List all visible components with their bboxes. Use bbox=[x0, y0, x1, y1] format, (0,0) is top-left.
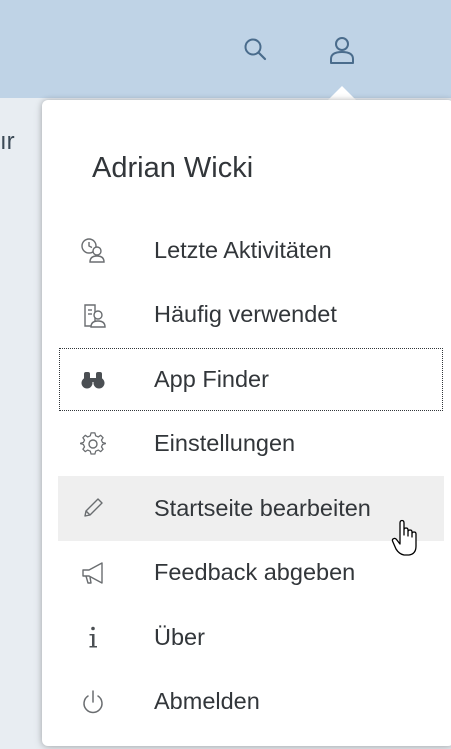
menu-item-frequently-used[interactable]: Häufig verwendet bbox=[58, 283, 444, 348]
pencil-icon bbox=[80, 495, 106, 521]
frequently-used-icon bbox=[80, 302, 106, 328]
user-menu-list: Letzte Aktivitäten Häufig verwendet App … bbox=[58, 218, 444, 734]
menu-item-label: Häufig verwendet bbox=[154, 301, 337, 328]
binoculars-icon bbox=[80, 366, 106, 392]
background-text-fragment: ır bbox=[0, 128, 15, 155]
menu-item-app-finder[interactable]: App Finder bbox=[58, 347, 444, 412]
menu-item-label: Abmelden bbox=[154, 688, 260, 715]
menu-item-label: Feedback abgeben bbox=[154, 559, 356, 586]
megaphone-icon bbox=[80, 560, 106, 586]
recent-activities-icon bbox=[80, 237, 106, 263]
search-icon bbox=[244, 38, 267, 61]
menu-item-label: Letzte Aktivitäten bbox=[154, 236, 332, 263]
user-menu-button[interactable] bbox=[322, 30, 362, 70]
menu-item-label: Einstellungen bbox=[154, 430, 296, 457]
menu-item-label: Startseite bearbeiten bbox=[154, 494, 371, 521]
gear-icon bbox=[80, 431, 106, 457]
user-name: Adrian Wicki bbox=[92, 152, 254, 184]
menu-item-about[interactable]: Über bbox=[58, 605, 444, 670]
shell-bar bbox=[0, 0, 451, 98]
info-icon bbox=[80, 624, 106, 650]
user-icon bbox=[330, 37, 354, 64]
search-button[interactable] bbox=[236, 30, 276, 70]
menu-item-give-feedback[interactable]: Feedback abgeben bbox=[58, 541, 444, 606]
menu-item-settings[interactable]: Einstellungen bbox=[58, 412, 444, 477]
menu-item-label: App Finder bbox=[154, 365, 269, 392]
power-icon bbox=[80, 689, 106, 715]
hand-pointer-cursor bbox=[391, 519, 417, 556]
user-action-menu: Adrian Wicki Letzte Aktivitäten Häufig v… bbox=[42, 100, 451, 746]
menu-item-recent-activities[interactable]: Letzte Aktivitäten bbox=[58, 218, 444, 283]
menu-item-label: Über bbox=[154, 623, 205, 650]
menu-item-edit-home-page[interactable]: Startseite bearbeiten bbox=[58, 476, 444, 541]
menu-item-sign-out[interactable]: Abmelden bbox=[58, 670, 444, 735]
